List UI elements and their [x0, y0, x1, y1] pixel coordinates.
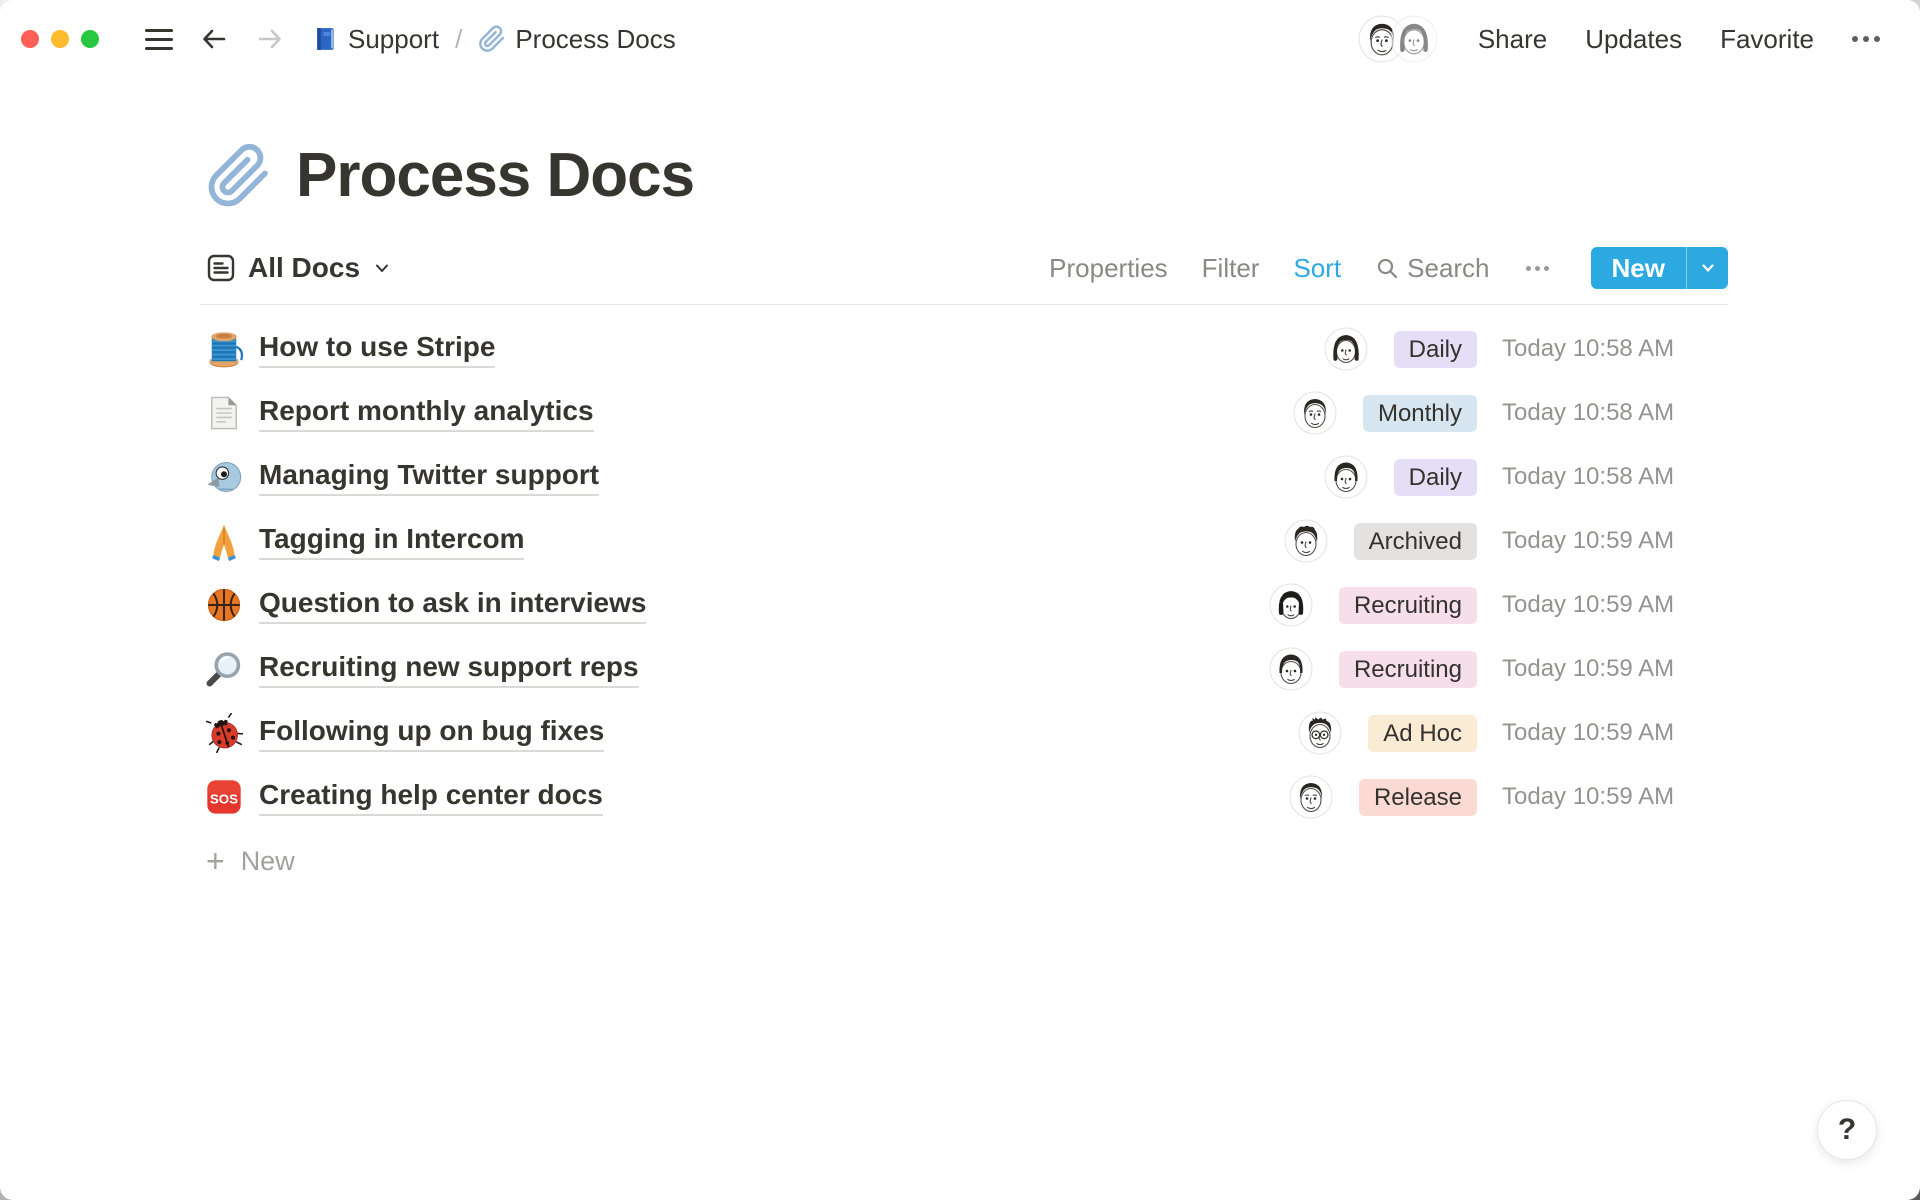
add-row-label: New	[241, 846, 295, 877]
filter-button[interactable]: Filter	[1202, 253, 1260, 284]
table-row[interactable]: Following up on bug fixes Ad Hoc Today 1…	[200, 701, 1728, 765]
doc-title-link[interactable]: Recruiting new support reps	[259, 651, 639, 688]
arrow-left-icon	[199, 24, 229, 54]
breadcrumb-support[interactable]: Support	[311, 24, 439, 55]
edited-timestamp[interactable]: Today 10:59 AM	[1502, 655, 1728, 683]
edited-timestamp[interactable]: Today 10:59 AM	[1502, 527, 1728, 555]
assignee-avatar[interactable]	[1293, 391, 1337, 435]
view-switcher[interactable]: All Docs	[206, 252, 390, 284]
assignee-avatar[interactable]	[1324, 327, 1368, 371]
doc-title-link[interactable]: Managing Twitter support	[259, 459, 599, 496]
window-topbar: Support / Process Docs Share Updates Fav…	[0, 0, 1920, 78]
share-button[interactable]: Share	[1478, 24, 1547, 55]
edited-timestamp[interactable]: Today 10:58 AM	[1502, 463, 1728, 491]
page-emoji-icon	[204, 393, 244, 433]
search-icon	[1375, 256, 1399, 280]
search-label: Search	[1407, 253, 1489, 284]
edited-timestamp[interactable]: Today 10:59 AM	[1502, 783, 1728, 811]
folded-hands-emoji-icon	[204, 521, 244, 561]
doc-title-link[interactable]: How to use Stripe	[259, 331, 495, 368]
view-options-button[interactable]	[1524, 266, 1551, 271]
favorite-button[interactable]: Favorite	[1720, 24, 1814, 55]
help-label: ?	[1838, 1113, 1856, 1147]
ladybug-emoji-icon	[204, 713, 244, 753]
breadcrumb: Support / Process Docs	[311, 24, 676, 55]
close-window-button[interactable]	[21, 30, 39, 48]
sos-emoji-icon	[204, 777, 244, 817]
tag-badge[interactable]: Ad Hoc	[1368, 715, 1477, 752]
basketball-emoji-icon	[204, 585, 244, 625]
breadcrumb-process-docs[interactable]: Process Docs	[478, 24, 675, 55]
tag-badge[interactable]: Recruiting	[1339, 651, 1477, 688]
table-row[interactable]: Tagging in Intercom Archived Today 10:59…	[200, 509, 1728, 573]
breadcrumb-separator: /	[455, 24, 462, 55]
table-row[interactable]: How to use Stripe Daily Today 10:58 AM	[200, 317, 1728, 381]
chevron-down-icon	[374, 260, 390, 276]
doc-title-link[interactable]: Tagging in Intercom	[259, 523, 524, 560]
table-row[interactable]: Question to ask in interviews Recruiting…	[200, 573, 1728, 637]
paperclip-emoji-icon	[478, 25, 506, 53]
avatar-woman	[1390, 15, 1438, 63]
doc-title-link[interactable]: Report monthly analytics	[259, 395, 594, 432]
minimize-window-button[interactable]	[51, 30, 69, 48]
doc-title-link[interactable]: Creating help center docs	[259, 779, 603, 816]
new-button-dropdown[interactable]	[1686, 247, 1728, 289]
page-content: Process Docs All Docs Properties Filter …	[200, 78, 1728, 885]
assignee-avatar[interactable]	[1289, 775, 1333, 819]
assignee-avatar[interactable]	[1269, 583, 1313, 627]
blue-book-emoji-icon	[311, 25, 339, 53]
search-button[interactable]: Search	[1375, 253, 1489, 284]
traffic-lights	[21, 30, 99, 48]
assignee-avatar[interactable]	[1269, 647, 1313, 691]
back-button[interactable]	[199, 24, 229, 54]
doc-title-link[interactable]: Following up on bug fixes	[259, 715, 604, 752]
breadcrumb-support-label: Support	[348, 24, 439, 55]
assignee-avatar[interactable]	[1298, 711, 1342, 755]
new-button-label[interactable]: New	[1591, 247, 1686, 289]
database-toolbar: All Docs Properties Filter Sort Search	[200, 245, 1728, 291]
table-row[interactable]: Report monthly analytics Monthly Today 1…	[200, 381, 1728, 445]
sort-button[interactable]: Sort	[1293, 253, 1341, 284]
assignee-avatar[interactable]	[1324, 455, 1368, 499]
assignee-avatar[interactable]	[1284, 519, 1328, 563]
tag-badge[interactable]: Archived	[1354, 523, 1477, 560]
tag-badge[interactable]: Monthly	[1363, 395, 1477, 432]
chevron-down-icon	[1700, 260, 1716, 276]
tag-badge[interactable]: Daily	[1394, 459, 1477, 496]
zoom-window-button[interactable]	[81, 30, 99, 48]
plus-icon: +	[206, 845, 225, 877]
paperclip-page-icon[interactable]	[206, 143, 272, 209]
edited-timestamp[interactable]: Today 10:58 AM	[1502, 335, 1728, 363]
breadcrumb-page-label: Process Docs	[515, 24, 675, 55]
help-button[interactable]: ?	[1817, 1100, 1877, 1160]
view-name: All Docs	[248, 252, 360, 284]
new-entry-button[interactable]: New	[1591, 247, 1728, 289]
edited-timestamp[interactable]: Today 10:59 AM	[1502, 591, 1728, 619]
tag-badge[interactable]: Release	[1359, 779, 1477, 816]
edited-timestamp[interactable]: Today 10:59 AM	[1502, 719, 1728, 747]
more-options-button[interactable]	[1852, 36, 1880, 42]
app-window: Support / Process Docs Share Updates Fav…	[0, 0, 1920, 1200]
properties-button[interactable]: Properties	[1049, 253, 1168, 284]
docs-table: How to use Stripe Daily Today 10:58 AM R…	[200, 317, 1728, 885]
table-row[interactable]: Recruiting new support reps Recruiting T…	[200, 637, 1728, 701]
thread-emoji-icon	[204, 329, 244, 369]
page-title[interactable]: Process Docs	[296, 140, 694, 211]
magnifier-emoji-icon	[204, 649, 244, 689]
list-view-icon	[206, 253, 236, 283]
tag-badge[interactable]: Recruiting	[1339, 587, 1477, 624]
table-row[interactable]: Managing Twitter support Daily Today 10:…	[200, 445, 1728, 509]
updates-button[interactable]: Updates	[1585, 24, 1682, 55]
add-row-button[interactable]: + New	[200, 837, 1728, 885]
sidebar-menu-icon[interactable]	[145, 29, 173, 50]
table-row[interactable]: Creating help center docs Release Today …	[200, 765, 1728, 829]
edited-timestamp[interactable]: Today 10:58 AM	[1502, 399, 1728, 427]
doc-title-link[interactable]: Question to ask in interviews	[259, 587, 646, 624]
tag-badge[interactable]: Daily	[1394, 331, 1477, 368]
arrow-right-icon	[255, 24, 285, 54]
collaborator-avatars[interactable]	[1358, 15, 1438, 63]
bird-emoji-icon	[204, 457, 244, 497]
table-header-divider	[200, 304, 1728, 305]
forward-button[interactable]	[255, 24, 285, 54]
